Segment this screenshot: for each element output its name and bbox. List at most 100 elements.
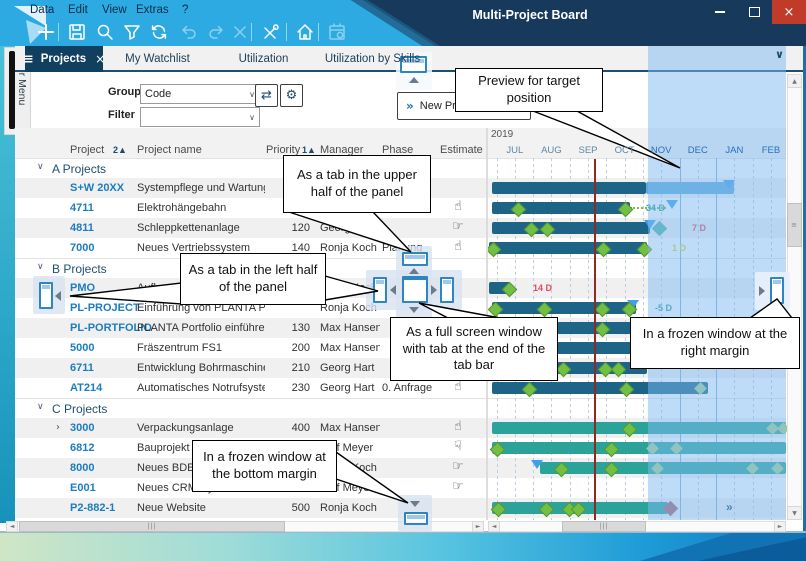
save-icon[interactable] [64, 20, 90, 44]
double-chevron-icon: » [406, 99, 414, 113]
delete-icon[interactable] [227, 20, 253, 44]
priority-cell: 130 [260, 322, 310, 334]
gantt-bar[interactable] [492, 182, 646, 194]
project-id-link[interactable]: S+W 20XX [70, 182, 124, 194]
redo-icon[interactable] [203, 20, 229, 44]
priority-cell: 210 [260, 362, 310, 374]
tools-icon[interactable] [258, 20, 284, 44]
column-header[interactable]: Manager [320, 144, 363, 156]
estimate-thumb-up-icon: ☝ [450, 379, 466, 394]
scroll-right-button[interactable]: ► [774, 521, 786, 532]
hamburger-icon[interactable]: ≡ [23, 52, 34, 67]
gantt-bar[interactable] [492, 302, 636, 314]
table-hscroll-thumb[interactable]: ||| [19, 521, 285, 532]
project-name-cell: Systempflege und Wartung [137, 182, 265, 194]
undo-icon[interactable] [176, 20, 202, 44]
chevron-down-icon[interactable]: ∨ [37, 402, 44, 412]
scroll-down-button[interactable]: ▼ [787, 506, 802, 520]
project-id-link[interactable]: PMO [70, 282, 95, 294]
calendar-icon[interactable] [324, 20, 350, 44]
settings-gear-button[interactable]: ⚙ [280, 84, 303, 107]
collapse-chevron-icon[interactable]: ∨ [775, 48, 784, 61]
column-header[interactable]: Phase [382, 144, 413, 156]
filter-select[interactable]: ∨ [140, 107, 260, 127]
minimize-button[interactable] [706, 0, 734, 24]
dock-top-tab-target-icon[interactable] [402, 252, 428, 266]
tab-label: Projects [41, 53, 86, 65]
callout-box: In a frozen window at the right margin [630, 317, 800, 369]
scroll-up-button[interactable]: ▲ [787, 74, 802, 88]
menu-item-edit[interactable]: Edit [68, 4, 88, 20]
manager-cell: Max Hansen [320, 422, 380, 434]
toolbar-separator [318, 23, 319, 41]
project-id-link[interactable]: 5000 [70, 342, 94, 354]
project-id-link[interactable]: 4811 [70, 222, 94, 234]
dock-down-arrow-icon [409, 307, 419, 313]
scroll-left-button[interactable]: ◄ [488, 521, 500, 532]
right-margin-frozen-target-icon[interactable] [770, 277, 784, 304]
refresh-icon[interactable] [146, 20, 172, 44]
menu-item-help[interactable]: ? [182, 4, 188, 20]
home-icon[interactable] [292, 20, 318, 44]
manager-cell: Max Hansen [320, 342, 380, 354]
priority-cell: 400 [260, 422, 310, 434]
tab-utilization-by-skills[interactable]: Utilization by Skills [315, 46, 430, 72]
filter-icon[interactable] [119, 20, 145, 44]
gantt-hscroll-thumb[interactable]: ||| [562, 521, 646, 532]
gantt-bar[interactable] [492, 222, 650, 234]
estimate-hand-icon: ☞ [450, 479, 466, 494]
gantt-vscroll-thumb[interactable]: ≡ [787, 203, 802, 247]
left-margin-frozen-target-icon[interactable] [39, 282, 53, 309]
toolbar-separator [286, 23, 287, 41]
project-id-link[interactable]: AT214 [70, 382, 102, 394]
project-name-cell: Neue Website [137, 502, 265, 514]
column-header[interactable]: Estimate [440, 144, 483, 156]
chevron-down-icon[interactable]: ∨ [37, 262, 44, 272]
project-id-link[interactable]: P2-882-1 [70, 502, 115, 514]
add-icon[interactable] [33, 20, 59, 44]
project-id-link[interactable]: 4711 [70, 202, 94, 214]
titlebar: Multi-Project Board × DataEditViewExtras… [0, 0, 806, 46]
menu-item-extras[interactable]: Extras [136, 4, 169, 20]
close-button[interactable]: × [772, 0, 806, 24]
dock-left-tab-target-icon[interactable] [373, 277, 387, 303]
column-header[interactable]: Project [70, 144, 104, 156]
project-id-link[interactable]: 7000 [70, 242, 94, 254]
project-id-link[interactable]: 8000 [70, 462, 94, 474]
scroll-right-button[interactable]: ► [472, 521, 484, 532]
tab-utilization[interactable]: Utilization [212, 46, 315, 72]
search-icon[interactable] [92, 20, 118, 44]
swap-view-button[interactable]: ⇄ [255, 84, 278, 107]
estimate-thumb-down-icon: ☟ [450, 439, 466, 454]
gantt-bar[interactable] [489, 242, 647, 254]
group-by-select[interactable]: Code ∨ [140, 84, 260, 104]
column-header[interactable]: Priority [266, 144, 300, 156]
scroll-left-button[interactable]: ◄ [6, 521, 18, 532]
bottom-margin-frozen-target-icon[interactable] [404, 512, 428, 525]
dock-right-tab-target-icon[interactable] [440, 277, 454, 303]
chevron-down-icon[interactable]: ∨ [37, 162, 44, 172]
estimate-hand-icon: ☞ [450, 459, 466, 474]
menu-item-view[interactable]: View [102, 4, 127, 20]
expand-chevron-icon[interactable]: › [56, 422, 60, 433]
desktop-background [0, 533, 806, 561]
column-header[interactable]: Project name [137, 144, 202, 156]
group-name: C Projects [52, 402, 107, 416]
gantt-end-marker-icon [531, 460, 543, 469]
group-name: B Projects [52, 262, 107, 276]
tab-projects[interactable]: ≡Projects× [25, 46, 103, 72]
project-id-link[interactable]: 6711 [70, 362, 94, 374]
gantt-month-label: NOV [641, 145, 681, 156]
menu-item-data[interactable]: Data [30, 4, 54, 20]
tab-my-watchlist[interactable]: My Watchlist [103, 46, 212, 72]
project-id-link[interactable]: PL-PROJECT [70, 302, 140, 314]
project-id-link[interactable]: 6812 [70, 442, 94, 454]
gantt-year-label: 2019 [491, 129, 513, 140]
maximize-button[interactable] [740, 0, 768, 24]
manager-cell: Georg Hart [320, 382, 380, 394]
estimate-thumb-up-icon: ☝ [450, 199, 466, 214]
project-id-link[interactable]: E001 [70, 482, 96, 494]
estimate-thumb-up-icon: ☝ [450, 419, 466, 434]
project-id-link[interactable]: 3000 [70, 422, 94, 434]
dock-center-target-icon[interactable] [402, 276, 428, 303]
